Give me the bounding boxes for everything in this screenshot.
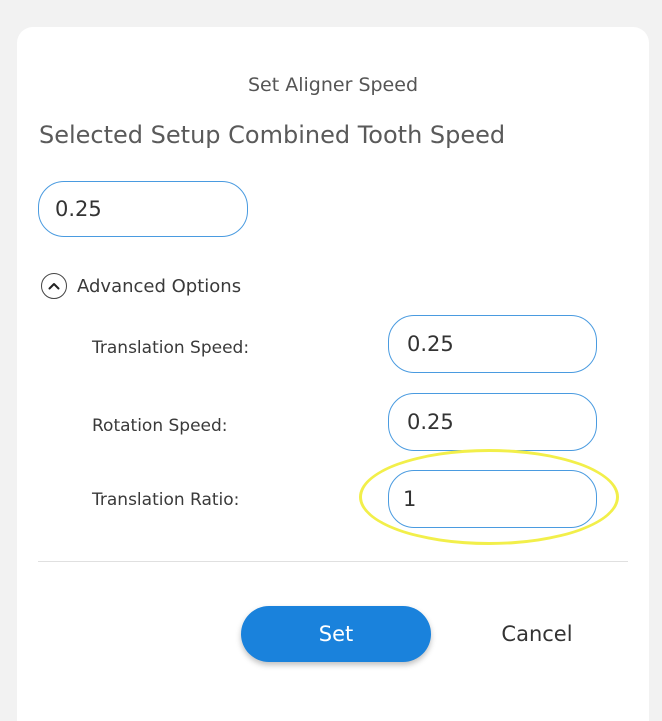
combined-speed-input[interactable] xyxy=(38,181,248,237)
rotation-speed-label: Rotation Speed: xyxy=(92,416,228,436)
translation-speed-input[interactable] xyxy=(388,315,597,373)
chevron-up-circle-icon[interactable] xyxy=(41,273,67,299)
rotation-speed-input[interactable] xyxy=(388,393,597,451)
cancel-button[interactable]: Cancel xyxy=(467,606,607,662)
combined-speed-label: Selected Setup Combined Tooth Speed xyxy=(39,121,506,149)
set-button[interactable]: Set xyxy=(241,606,431,662)
advanced-options-label: Advanced Options xyxy=(77,275,242,297)
divider xyxy=(38,561,628,562)
advanced-options-toggle[interactable]: Advanced Options xyxy=(41,271,241,301)
translation-ratio-label: Translation Ratio: xyxy=(92,490,240,510)
translation-ratio-input[interactable] xyxy=(388,470,597,528)
dialog-title: Set Aligner Speed xyxy=(248,74,418,96)
set-aligner-speed-dialog: Set Aligner Speed Selected Setup Combine… xyxy=(17,27,649,721)
translation-speed-label: Translation Speed: xyxy=(92,338,250,358)
